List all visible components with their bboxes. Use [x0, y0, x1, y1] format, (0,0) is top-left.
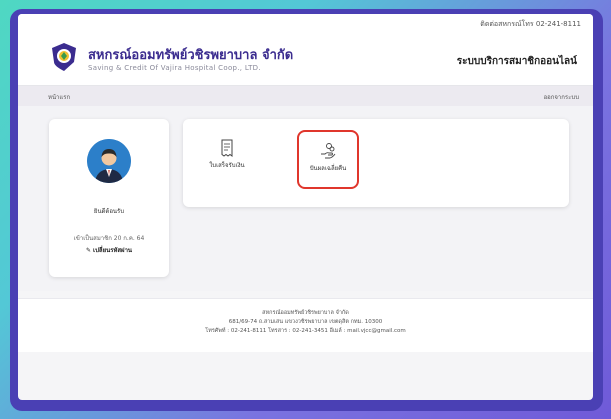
menu-item-label: ปันผลเฉลี่ยคืน	[309, 165, 347, 172]
service-menu-card: ใบเสร็จรับเงิน ปันผลเฉลี่ยคืน	[183, 119, 569, 207]
top-bar: ติดต่อสหกรณ์โทร 02-241-8111	[18, 14, 593, 36]
coop-logo-icon	[52, 43, 76, 71]
footer-org-name: สหกรณ์ออมทรัพย์วชิรพยาบาล จำกัด	[262, 310, 349, 316]
main-content: ยินดีต้อนรับ เข้าเป็นสมาชิก 20 ก.ค. 64 ✎…	[18, 106, 593, 291]
system-title: ระบบบริการสมาชิกออนไลน์	[456, 56, 577, 67]
browser-screen: ติดต่อสหกรณ์โทร 02-241-8111 สหกรณ์ออมทรั…	[18, 14, 593, 400]
profile-card: ยินดีต้อนรับ เข้าเป็นสมาชิก 20 ก.ค. 64 ✎…	[49, 119, 169, 277]
site-footer: สหกรณ์ออมทรัพย์วชิรพยาบาล จำกัด 681/69-7…	[18, 298, 593, 352]
nav-bar: หน้าแรก ออกจากระบบ	[18, 86, 593, 106]
menu-item-receipt[interactable]: ใบเสร็จรับเงิน	[199, 133, 255, 183]
nav-home-link[interactable]: หน้าแรก	[48, 92, 70, 102]
site-header: สหกรณ์ออมทรัพย์วชิรพยาบาล จำกัด Saving &…	[18, 36, 593, 86]
brand-name-thai: สหกรณ์ออมทรัพย์วชิรพยาบาล จำกัด	[88, 48, 294, 63]
member-since-text: เข้าเป็นสมาชิก 20 ก.ค. 64	[73, 235, 145, 242]
avatar	[87, 139, 131, 183]
person-icon	[87, 139, 131, 183]
hand-coins-icon	[321, 143, 336, 159]
menu-item-dividend[interactable]: ปันผลเฉลี่ยคืน	[297, 130, 359, 189]
footer-address: 681/69-74 ถ.สามเสน แขวงวชิรพยาบาล เขตดุส…	[228, 319, 383, 325]
brand-name-english: Saving & Credit Of Vajira Hospital Coop.…	[88, 64, 261, 72]
receipt-icon	[221, 139, 233, 157]
change-password-link[interactable]: ✎ เปลี่ยนรหัสผ่าน	[49, 245, 169, 255]
contact-phone: ติดต่อสหกรณ์โทร 02-241-8111	[480, 20, 581, 28]
logout-link[interactable]: ออกจากระบบ	[544, 92, 579, 102]
footer-contact: โทรศัพท์ : 02-241-8111 โทรสาร : 02-241-3…	[205, 328, 406, 334]
menu-item-label: ใบเสร็จรับเงิน	[209, 162, 245, 169]
welcome-text: ยินดีต้อนรับ	[93, 208, 125, 215]
